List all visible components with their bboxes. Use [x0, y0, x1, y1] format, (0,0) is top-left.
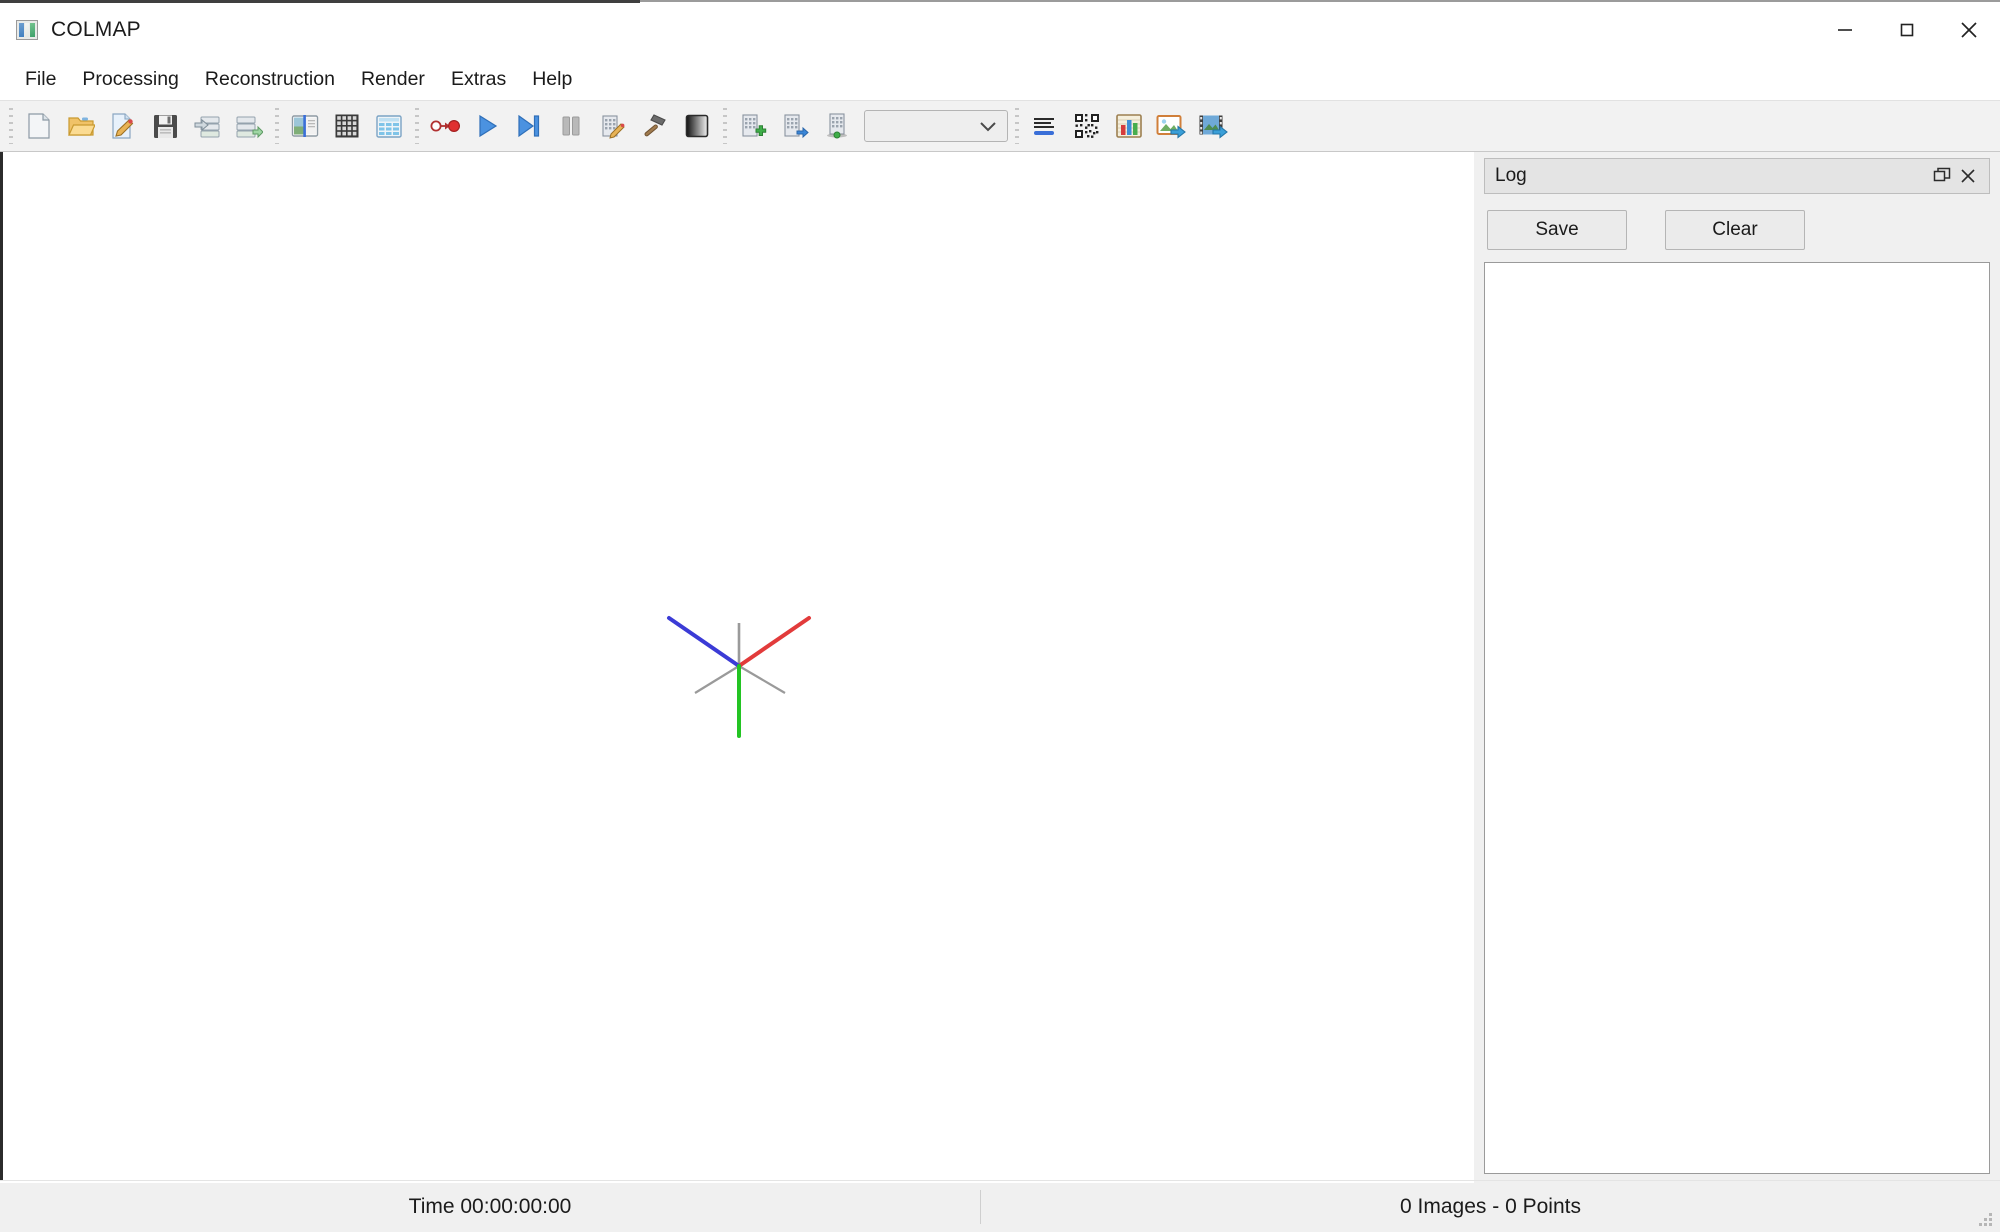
resize-grip[interactable]: [1976, 1210, 1992, 1226]
3d-model-viewport[interactable]: [3, 152, 1474, 1180]
log-clear-button[interactable]: Clear: [1665, 210, 1805, 250]
log-text-area[interactable]: [1484, 262, 1990, 1174]
toolbar-separator-3: [718, 104, 732, 148]
viewport-container: [0, 152, 1474, 1180]
status-counts: 0 Images - 0 Points: [1400, 1194, 1581, 1218]
colmap-main-window: COLMAP File Processing Reconstruction Re…: [0, 0, 2000, 1232]
model-selector[interactable]: [864, 110, 1008, 142]
window-title: COLMAP: [51, 18, 141, 41]
window-frame-top-edge-right: [640, 0, 2000, 2]
menu-bar: File Processing Reconstruction Render Ex…: [0, 60, 2000, 100]
reconstruction-options-icon[interactable]: [592, 104, 634, 148]
bundle-adjustment-hammer-icon[interactable]: [634, 104, 676, 148]
menu-help[interactable]: Help: [519, 66, 585, 94]
toolbar-handle[interactable]: [4, 104, 18, 148]
title-bar-left: COLMAP: [0, 18, 141, 42]
import-model-icon[interactable]: [186, 104, 228, 148]
toolbar-group-model: [732, 104, 1010, 148]
new-project-icon[interactable]: [18, 104, 60, 148]
toolbar-separator-2: [410, 104, 424, 148]
window-title-bar: COLMAP: [0, 0, 2000, 60]
database-management-icon[interactable]: [368, 104, 410, 148]
feature-extraction-icon[interactable]: [284, 104, 326, 148]
undock-icon[interactable]: [1929, 163, 1955, 189]
log-panel-title-bar: Log: [1484, 158, 1990, 194]
window-controls: [1814, 0, 2000, 60]
match-matrix-icon[interactable]: [1066, 104, 1108, 148]
main-toolbar: [0, 100, 2000, 152]
open-project-icon[interactable]: [60, 104, 102, 148]
close-icon[interactable]: [1938, 0, 2000, 60]
model-statistics-chart-icon[interactable]: [1108, 104, 1150, 148]
step-reconstruction-icon[interactable]: [508, 104, 550, 148]
anchor-model-icon[interactable]: [816, 104, 858, 148]
maximize-icon[interactable]: [1876, 0, 1938, 60]
edit-project-icon[interactable]: [102, 104, 144, 148]
save-project-icon[interactable]: [144, 104, 186, 148]
log-panel-buttons: Save Clear: [1484, 194, 1990, 262]
colmap-app-icon: [16, 20, 38, 40]
menu-extras[interactable]: Extras: [438, 66, 519, 94]
window-frame-top-edge: [0, 0, 640, 3]
menu-processing[interactable]: Processing: [69, 66, 191, 94]
main-content-area: Log Save Clear: [0, 152, 2000, 1180]
grab-movie-icon[interactable]: [1192, 104, 1234, 148]
toolbar-separator-4: [1010, 104, 1024, 148]
log-panel-title: Log: [1495, 165, 1527, 186]
pause-reconstruction-icon[interactable]: [550, 104, 592, 148]
menu-file[interactable]: File: [12, 66, 69, 94]
log-dock-panel: Log Save Clear: [1484, 152, 2000, 1180]
dense-reconstruction-icon[interactable]: [676, 104, 718, 148]
log-save-button[interactable]: Save: [1487, 210, 1627, 250]
toolbar-group-features: [284, 104, 410, 148]
menu-reconstruction[interactable]: Reconstruction: [192, 66, 348, 94]
show-log-icon[interactable]: [1024, 104, 1066, 148]
status-bar: Time 00:00:00:00 0 Images - 0 Points: [0, 1180, 2000, 1232]
toolbar-group-reconstruction: [424, 104, 718, 148]
export-model-icon[interactable]: [228, 104, 270, 148]
dock-splitter[interactable]: [1474, 152, 1484, 1180]
menu-render[interactable]: Render: [348, 66, 438, 94]
toolbar-group-view: [1024, 104, 1234, 148]
next-model-icon[interactable]: [774, 104, 816, 148]
start-reconstruction-icon[interactable]: [466, 104, 508, 148]
toolbar-group-project: [18, 104, 270, 148]
toolbar-separator-1: [270, 104, 284, 148]
coordinate-axes-gizmo: [629, 576, 849, 756]
grab-image-icon[interactable]: [1150, 104, 1192, 148]
chevron-down-icon: [980, 122, 996, 132]
add-model-icon[interactable]: [732, 104, 774, 148]
feature-matching-grid-icon[interactable]: [326, 104, 368, 148]
status-time: Time 00:00:00:00: [408, 1194, 572, 1218]
minimize-icon[interactable]: [1814, 0, 1876, 60]
close-icon[interactable]: [1955, 163, 1981, 189]
automatic-reconstruction-icon[interactable]: [424, 104, 466, 148]
